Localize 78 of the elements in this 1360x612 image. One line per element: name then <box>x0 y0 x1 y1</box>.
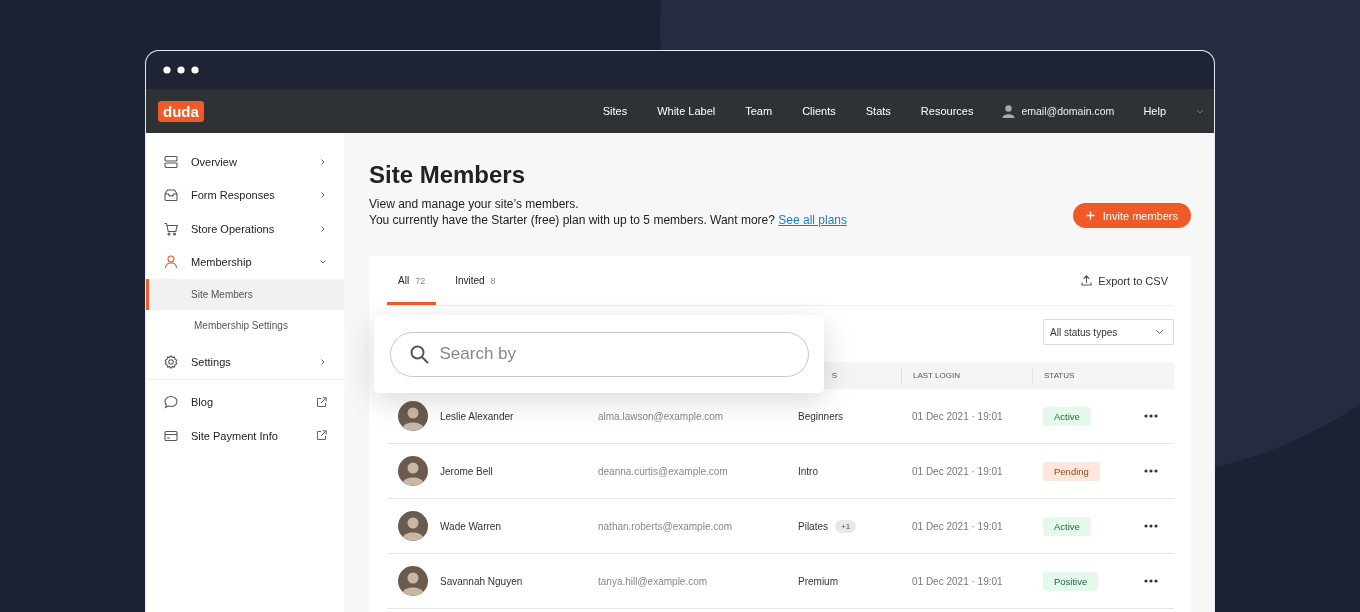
member-group: Beginners <box>798 410 844 422</box>
member-group: Premium <box>798 575 838 587</box>
member-email: deanna.curtis@example.com <box>598 465 729 477</box>
search-field[interactable]: Search by <box>389 331 809 377</box>
status-badge: Pending <box>1043 461 1100 481</box>
more-options-icon[interactable] <box>1144 524 1158 528</box>
column-header: S <box>830 371 838 380</box>
avatar-icon <box>398 456 428 486</box>
gear-icon <box>164 354 178 369</box>
plus-icon <box>1085 211 1095 220</box>
member-group: Pilates <box>798 520 828 532</box>
last-login: 01 Dec 2021 · 19:01 <box>912 465 1004 477</box>
nav-link[interactable]: Clients <box>802 105 836 117</box>
last-login: 01 Dec 2021 · 19:01 <box>912 520 1004 532</box>
member-name: Savannah Nguyen <box>440 575 524 587</box>
avatar-icon <box>398 511 428 541</box>
see-all-plans-link[interactable]: See all plans <box>778 213 848 227</box>
status-badge: Active <box>1043 516 1091 536</box>
export-to-csv-button[interactable]: Export to CSV <box>1075 274 1174 287</box>
avatar-icon <box>398 401 428 431</box>
tab[interactable]: All 72 <box>387 256 437 305</box>
external-link-icon <box>316 396 327 408</box>
chevron-right-icon <box>319 157 327 166</box>
speech-bubble-icon <box>164 395 178 410</box>
nav-link[interactable]: Resources <box>920 105 974 117</box>
sidebar-subitem[interactable]: Membership Settings <box>146 310 344 341</box>
sidebar-item[interactable]: Form Responses <box>146 178 344 212</box>
member-name: Jerome Bell <box>440 465 494 477</box>
chevron-right-icon <box>319 191 327 200</box>
user-icon <box>1002 104 1016 118</box>
sidebar-link[interactable]: Site Payment Info <box>146 419 344 453</box>
page-title: Site Members <box>369 161 527 189</box>
nav-link[interactable]: Stats <box>865 105 891 117</box>
credit-card-icon <box>164 428 178 443</box>
member-email: alma.lawson@example.com <box>598 410 725 422</box>
search-icon <box>409 344 429 364</box>
more-options-icon[interactable] <box>1144 414 1158 418</box>
upload-icon <box>1081 275 1093 286</box>
tab[interactable]: Invited 8 <box>444 256 507 305</box>
chevron-right-icon <box>319 224 327 233</box>
nav-link[interactable]: White Label <box>657 105 716 117</box>
nav-link[interactable]: Team <box>745 105 773 117</box>
column-header: LAST LOGIN <box>901 368 1032 383</box>
member-email: nathan.roberts@example.com <box>598 520 734 532</box>
last-login: 01 Dec 2021 · 19:01 <box>912 575 1004 587</box>
page-description: View and manage your site’s members. <box>369 196 580 212</box>
chevron-down-icon <box>1155 329 1164 335</box>
sidebar-item[interactable]: Overview <box>146 145 344 179</box>
status-badge: Positive <box>1043 571 1099 591</box>
chevron-right-icon <box>319 357 327 366</box>
member-group: Intro <box>798 465 818 477</box>
caret-icon[interactable] <box>1196 108 1204 114</box>
sidebar-item[interactable]: Settings <box>146 345 344 380</box>
member-name: Leslie Alexander <box>440 410 515 422</box>
member-email: tanya.hill@example.com <box>598 575 709 587</box>
nav-link[interactable]: Sites <box>602 105 628 117</box>
account-email[interactable]: email@domain.com <box>1021 105 1115 117</box>
cart-icon <box>164 221 178 236</box>
avatar-icon <box>398 566 428 596</box>
last-login: 01 Dec 2021 · 19:01 <box>912 410 1004 422</box>
status-badge: Active <box>1043 406 1091 426</box>
plan-note: You currently have the Starter (free) plan with up to 5 members. Want more? See all plans <box>369 212 848 228</box>
column-header: STATUS <box>1032 368 1174 383</box>
sidebar-item[interactable]: Store Operations <box>146 212 344 246</box>
external-link-icon <box>316 430 327 442</box>
inbox-icon <box>164 188 178 203</box>
nav-link[interactable]: Help <box>1143 105 1166 117</box>
list-icon <box>164 154 178 169</box>
sidebar-item[interactable]: Membership <box>146 245 344 279</box>
person-icon <box>164 255 178 270</box>
sidebar-subitem[interactable]: Site Members <box>146 279 344 310</box>
more-options-icon[interactable] <box>1144 579 1158 583</box>
more-groups-badge: +1 <box>835 519 857 533</box>
more-options-icon[interactable] <box>1144 469 1158 473</box>
member-name: Wade Warren <box>440 520 502 532</box>
sidebar-link[interactable]: Blog <box>146 385 344 419</box>
window-dots-icon <box>163 66 199 74</box>
status-filter-dropdown[interactable]: All status types <box>1043 319 1174 345</box>
